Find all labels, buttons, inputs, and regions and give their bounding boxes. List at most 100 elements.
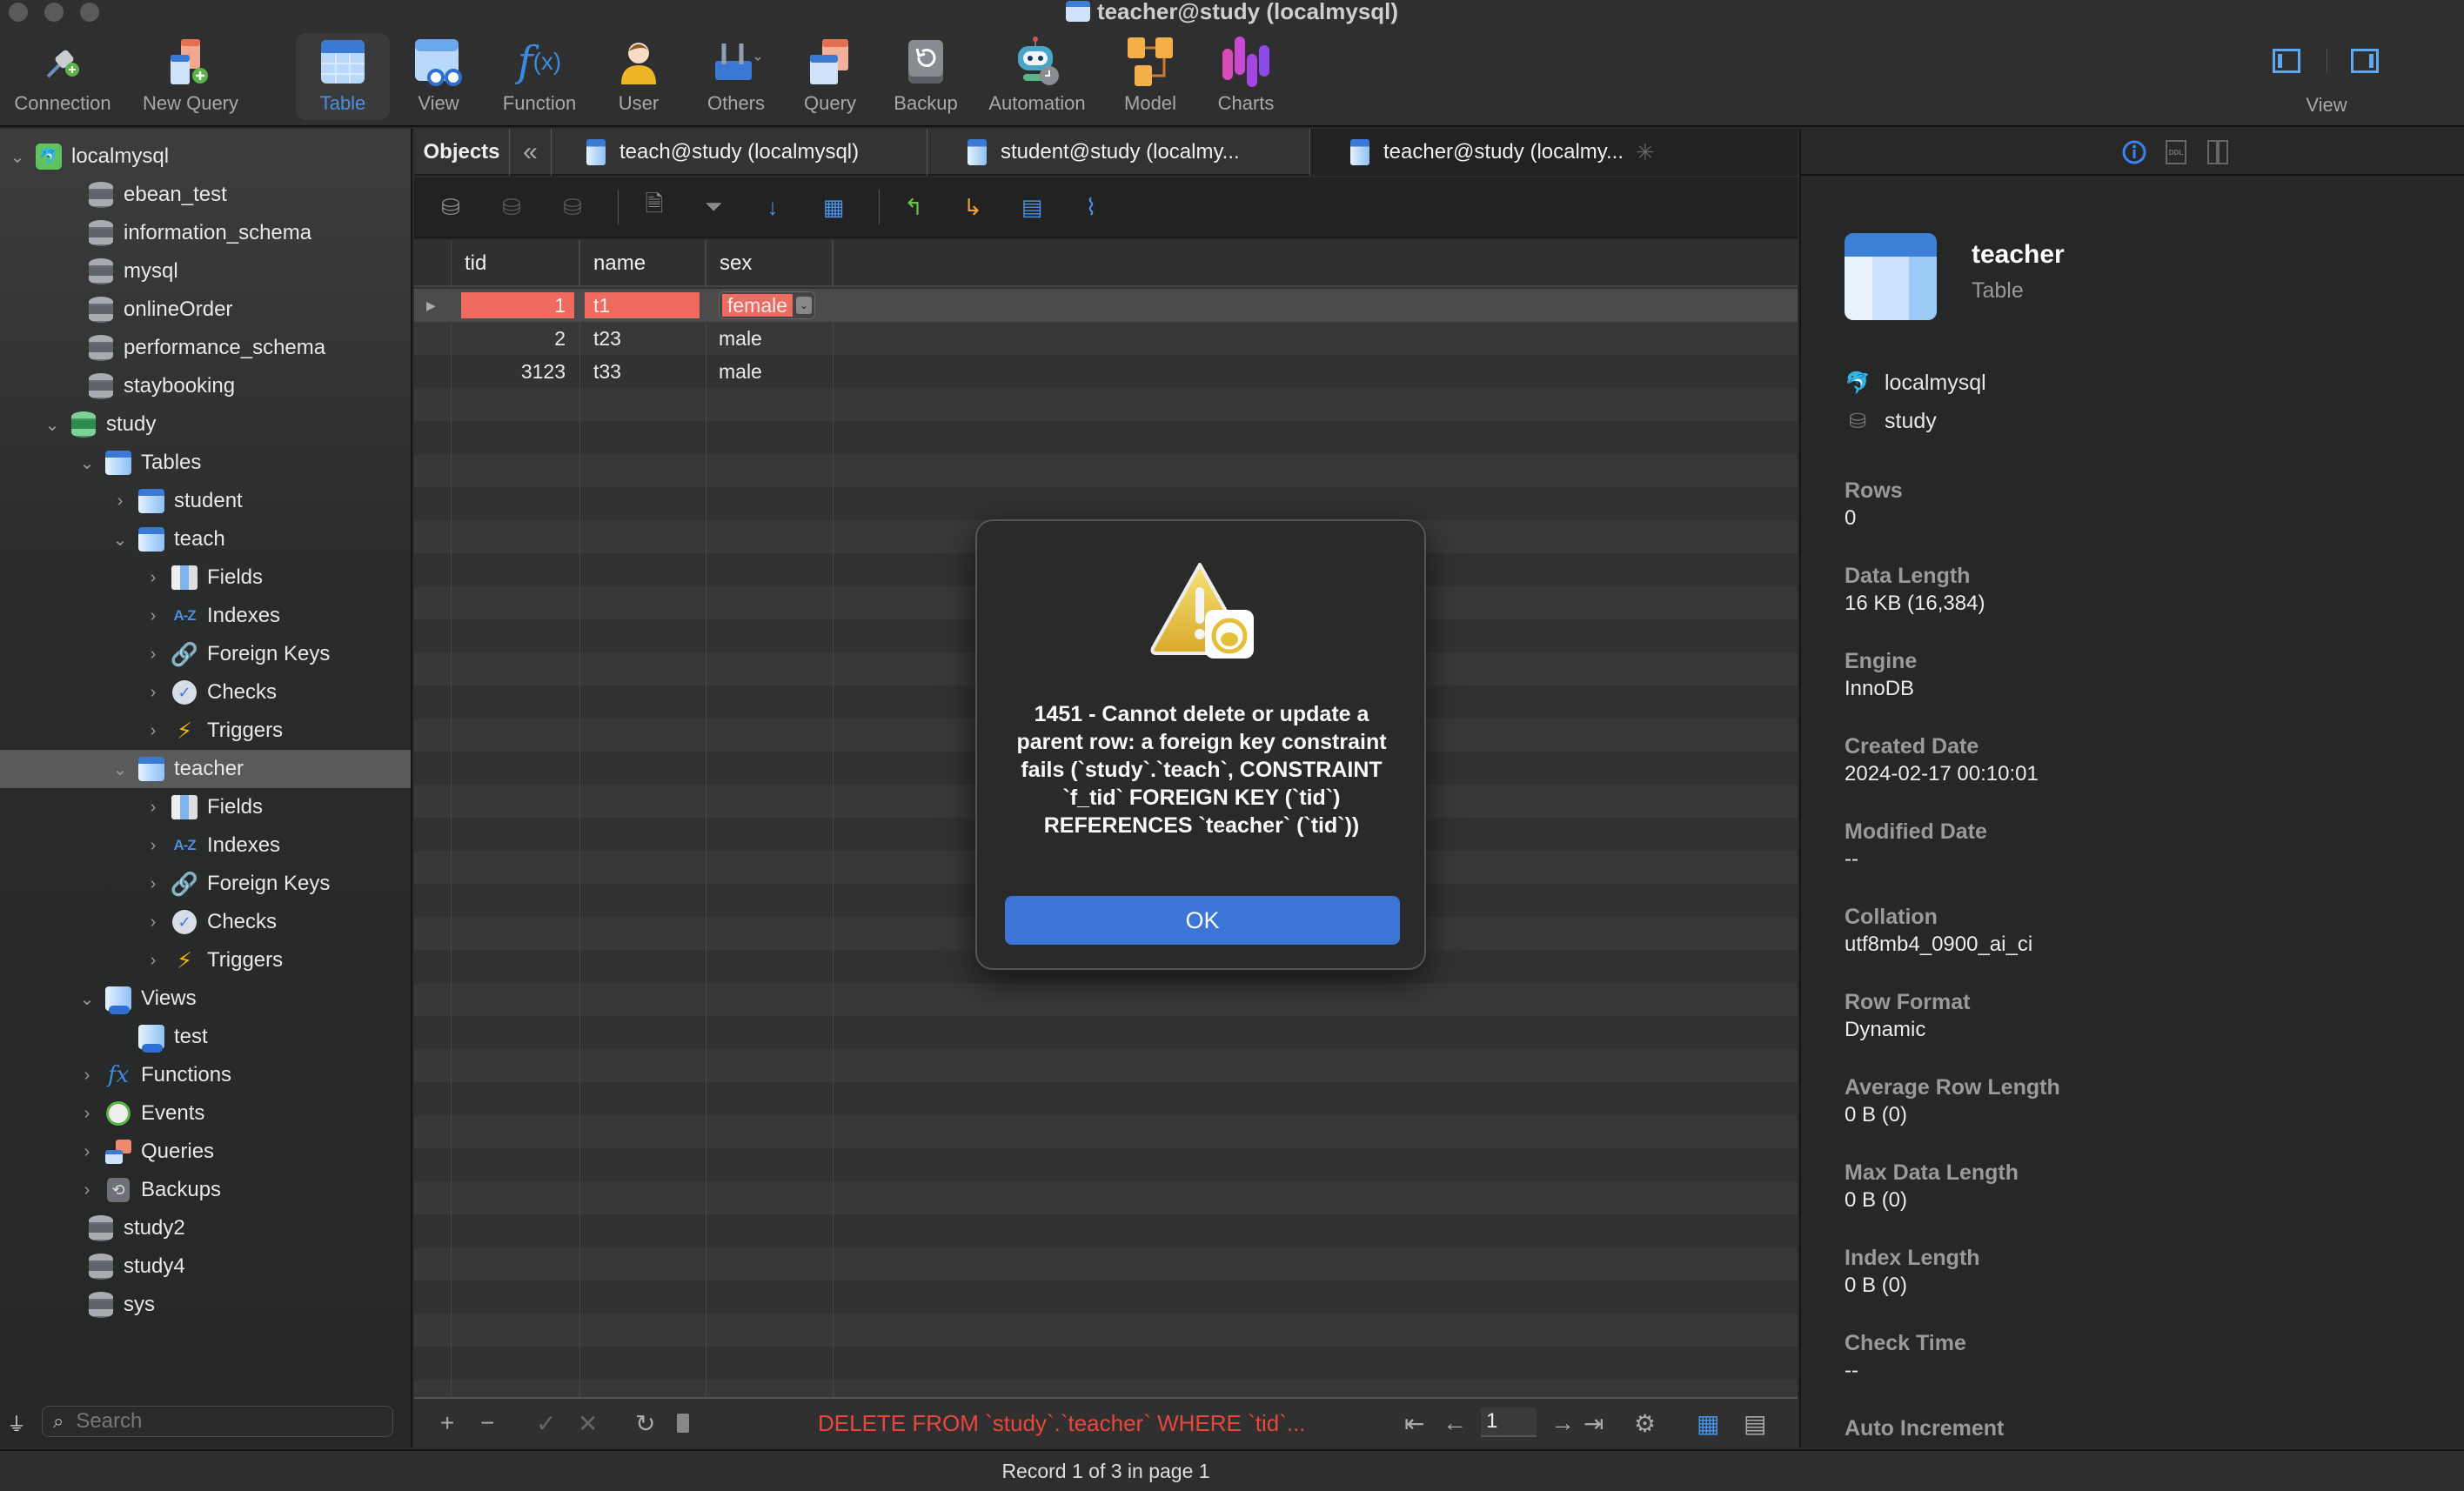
- cell-sex[interactable]: female ⌄: [710, 289, 828, 322]
- cell-sex[interactable]: male: [710, 322, 828, 355]
- text-view-button[interactable]: 🗎: [639, 191, 670, 223]
- grid-view-button[interactable]: ▦: [1697, 1407, 1719, 1439]
- chevron-right-icon[interactable]: ›: [144, 798, 162, 817]
- chevron-right-icon[interactable]: ›: [144, 951, 162, 970]
- toolbar-automation[interactable]: Automation: [983, 33, 1091, 120]
- ok-button[interactable]: OK: [1005, 896, 1400, 945]
- chevron-right-icon[interactable]: ›: [78, 1180, 96, 1200]
- export-button[interactable]: ↳: [957, 191, 988, 223]
- tree-teacher-checks[interactable]: › ✓ Checks: [0, 903, 411, 941]
- chevron-right-icon[interactable]: ›: [78, 1142, 96, 1161]
- toggle-left-pane-button[interactable]: [2273, 49, 2300, 73]
- tree-group-functions[interactable]: › fx Functions: [0, 1056, 411, 1094]
- tree-teach-fields[interactable]: › Fields: [0, 558, 411, 597]
- page-number-input[interactable]: [1481, 1407, 1537, 1437]
- cell-sex[interactable]: male: [710, 355, 828, 388]
- data-generation-button[interactable]: ▤: [1016, 191, 1048, 223]
- chevron-right-icon[interactable]: ›: [111, 491, 129, 511]
- add-record-button[interactable]: +: [440, 1407, 454, 1439]
- tree-group-backups[interactable]: › ⟲ Backups: [0, 1171, 411, 1209]
- toolbar-view[interactable]: View: [404, 33, 473, 120]
- toolbar-model[interactable]: Model: [1115, 33, 1185, 120]
- rollback-button[interactable]: ⛁: [557, 191, 588, 223]
- tree-group-tables[interactable]: ⌄ Tables: [0, 444, 411, 482]
- cell-tid[interactable]: 3123: [461, 355, 574, 388]
- tree-teach-foreign-keys[interactable]: › 🔗 Foreign Keys: [0, 635, 411, 673]
- chevron-down-icon[interactable]: ⌄: [111, 531, 129, 550]
- cell-name[interactable]: t33: [585, 355, 700, 388]
- connection-filter-icon[interactable]: ⏚: [7, 1409, 26, 1437]
- table-row[interactable]: ▶ 1 t1 female ⌄: [414, 289, 1798, 322]
- tree-table-teacher[interactable]: ⌄ teacher: [0, 750, 411, 788]
- apply-changes-button[interactable]: ✓: [536, 1407, 556, 1439]
- chevron-right-icon[interactable]: ›: [78, 1104, 96, 1123]
- stop-button[interactable]: [677, 1407, 689, 1439]
- toolbar-connection[interactable]: Connection: [7, 33, 118, 120]
- tree-group-queries[interactable]: › Queries: [0, 1133, 411, 1171]
- chevron-down-icon[interactable]: ⌄: [78, 990, 96, 1009]
- tree-view-test[interactable]: test: [0, 1018, 411, 1056]
- discard-changes-button[interactable]: ✕: [578, 1407, 598, 1439]
- tree-database-information_schema[interactable]: information_schema: [0, 214, 411, 252]
- toolbar-backup[interactable]: Backup: [893, 33, 959, 120]
- column-header-sex[interactable]: sex: [706, 240, 833, 287]
- table-row[interactable]: 3123 t33 male: [414, 355, 1798, 388]
- tree-teacher-triggers[interactable]: › ⚡ Triggers: [0, 941, 411, 980]
- cell-tid[interactable]: 1: [461, 292, 574, 318]
- tree-table-teach[interactable]: ⌄ teach: [0, 520, 411, 558]
- filter-button[interactable]: ⏷: [698, 191, 729, 223]
- toolbar-function[interactable]: f (x) Function: [492, 33, 586, 120]
- tree-connection-localmysql[interactable]: ⌄ 🐬 localmysql: [0, 137, 411, 176]
- settings-button[interactable]: ⚙: [1634, 1407, 1656, 1439]
- sidebar-search-input[interactable]: [76, 1409, 355, 1434]
- form-view-button[interactable]: ▤: [1744, 1407, 1766, 1439]
- column-header-name[interactable]: name: [579, 240, 706, 287]
- tab-teach[interactable]: teach@study (localmysql): [552, 129, 927, 176]
- tree-database-staybooking[interactable]: staybooking: [0, 367, 411, 405]
- tab-teacher[interactable]: teacher@study (localmy... ✳: [1310, 129, 1798, 176]
- cell-name[interactable]: t23: [585, 322, 700, 355]
- chevron-right-icon[interactable]: ›: [144, 874, 162, 893]
- begin-transaction-button[interactable]: ⛁: [435, 191, 466, 223]
- preview-tab-button[interactable]: [2205, 139, 2231, 165]
- ddl-tab-button[interactable]: DDL: [2163, 139, 2189, 165]
- collapse-tabs-button[interactable]: «: [510, 129, 552, 176]
- tree-database-performance_schema[interactable]: performance_schema: [0, 329, 411, 367]
- tree-database-ebean_test[interactable]: ebean_test: [0, 176, 411, 214]
- cell-name[interactable]: t1: [585, 292, 700, 318]
- toolbar-query[interactable]: Query: [799, 33, 861, 120]
- table-row[interactable]: 2 t23 male: [414, 322, 1798, 355]
- tree-table-student[interactable]: › student: [0, 482, 411, 520]
- delete-record-button[interactable]: −: [480, 1407, 494, 1439]
- tree-database-mysql[interactable]: mysql: [0, 252, 411, 291]
- chevron-right-icon[interactable]: ›: [144, 721, 162, 740]
- tree-teach-checks[interactable]: › ✓ Checks: [0, 673, 411, 712]
- toolbar-others[interactable]: Others: [700, 33, 773, 120]
- enum-dropdown[interactable]: female ⌄: [719, 291, 816, 319]
- toolbar-user[interactable]: User: [607, 33, 670, 120]
- toolbar-charts[interactable]: Charts: [1209, 33, 1282, 120]
- tree-teach-indexes[interactable]: › A-Z Indexes: [0, 597, 411, 635]
- tree-database-study2[interactable]: study2: [0, 1209, 411, 1247]
- tree-database-sys[interactable]: sys: [0, 1286, 411, 1324]
- tree-teacher-fields[interactable]: › Fields: [0, 788, 411, 826]
- chevron-right-icon[interactable]: ›: [144, 683, 162, 702]
- refresh-button[interactable]: ↻: [635, 1407, 655, 1439]
- tree-teach-triggers[interactable]: › ⚡ Triggers: [0, 712, 411, 750]
- chevron-right-icon[interactable]: ›: [144, 606, 162, 625]
- column-header-tid[interactable]: tid: [451, 240, 579, 287]
- tree-database-study[interactable]: ⌄ study: [0, 405, 411, 444]
- cell-tid[interactable]: 2: [461, 322, 574, 355]
- chevron-right-icon[interactable]: ›: [144, 836, 162, 855]
- tree-database-study4[interactable]: study4: [0, 1247, 411, 1286]
- profile-button[interactable]: ⌇: [1075, 191, 1107, 223]
- chevron-right-icon[interactable]: ›: [144, 568, 162, 587]
- tab-objects[interactable]: Objects: [414, 129, 510, 176]
- previous-page-button[interactable]: ←: [1443, 1407, 1467, 1439]
- chevron-down-icon[interactable]: ⌄: [78, 454, 96, 473]
- import-button[interactable]: ↰: [898, 191, 929, 223]
- chevron-down-icon[interactable]: ⌄: [796, 297, 813, 314]
- tree-teacher-foreign-keys[interactable]: › 🔗 Foreign Keys: [0, 865, 411, 903]
- sidebar-search-box[interactable]: ⌕: [42, 1406, 393, 1437]
- sort-button[interactable]: ↓: [757, 191, 788, 223]
